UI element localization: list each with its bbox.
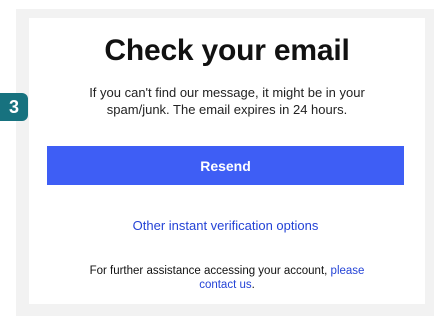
other-verification-options-link[interactable]: Other instant verification options bbox=[47, 218, 404, 233]
resend-button[interactable]: Resend bbox=[47, 146, 404, 185]
instruction-line-2: spam/junk. The email expires in 24 hours… bbox=[106, 102, 348, 117]
page-title: Check your email bbox=[104, 34, 350, 67]
contact-us-link-part1[interactable]: please bbox=[331, 265, 365, 277]
assistance-text: For further assistance accessing your ac… bbox=[58, 264, 396, 292]
page: 3 Check your email If you can't find our… bbox=[0, 0, 434, 316]
instruction-text: If you can't find our message, it might … bbox=[62, 84, 392, 118]
step-number-badge: 3 bbox=[0, 93, 28, 121]
assistance-prefix: For further assistance accessing your ac… bbox=[89, 265, 331, 277]
resend-button-label: Resend bbox=[200, 157, 251, 174]
instruction-line-1: If you can't find our message, it might … bbox=[89, 85, 365, 100]
contact-us-link[interactable]: contact us bbox=[199, 279, 251, 291]
assistance-period: . bbox=[251, 279, 255, 291]
